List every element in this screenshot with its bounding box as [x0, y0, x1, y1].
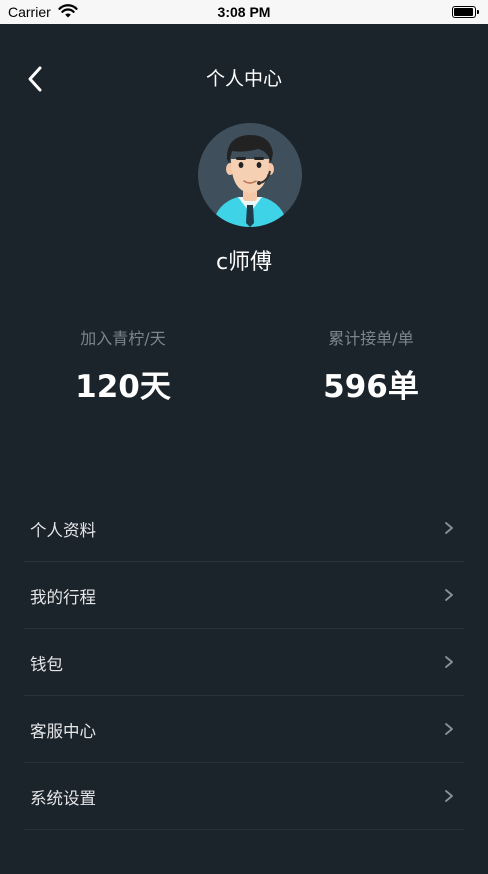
page-title: 个人中心: [205, 68, 282, 90]
avatar[interactable]: [198, 123, 302, 227]
menu-item-label: 客服中心: [30, 722, 96, 741]
menu-item-settings[interactable]: 系统设置: [24, 763, 464, 830]
menu-item-trips[interactable]: 我的行程: [24, 562, 464, 629]
status-bar: Carrier 3:08 PM: [0, 0, 488, 24]
menu-item-label: 个人资料: [30, 521, 96, 540]
chevron-right-icon: [445, 589, 453, 601]
menu-item-wallet[interactable]: 钱包: [24, 629, 464, 696]
stat-label: 累计接单/单: [328, 329, 414, 348]
driver-avatar-illustration: [198, 123, 302, 227]
menu-item-label: 我的行程: [30, 588, 96, 607]
menu-item-label: 钱包: [30, 655, 63, 674]
chevron-right-icon: [445, 723, 453, 735]
menu-item-label: 系统设置: [30, 789, 96, 808]
menu-item-profile[interactable]: 个人资料: [24, 495, 464, 562]
stat-days-joined: 加入青柠/天 120天: [43, 325, 203, 406]
chevron-right-icon: [445, 656, 453, 668]
battery-icon: [452, 6, 479, 18]
status-time: 3:08 PM: [217, 4, 271, 20]
chevron-right-icon: [445, 522, 453, 534]
menu-item-customer-service[interactable]: 客服中心: [24, 696, 464, 763]
stat-total-orders: 累计接单/单 596单: [291, 325, 451, 406]
menu-list: 个人资料 我的行程 钱包 客服中心 系统设置: [24, 495, 464, 830]
stat-value: 596单: [323, 369, 419, 405]
stat-label: 加入青柠/天: [80, 329, 166, 348]
stat-value: 120天: [75, 369, 171, 405]
user-name: c师傅: [215, 250, 273, 275]
chevron-right-icon: [445, 790, 453, 802]
